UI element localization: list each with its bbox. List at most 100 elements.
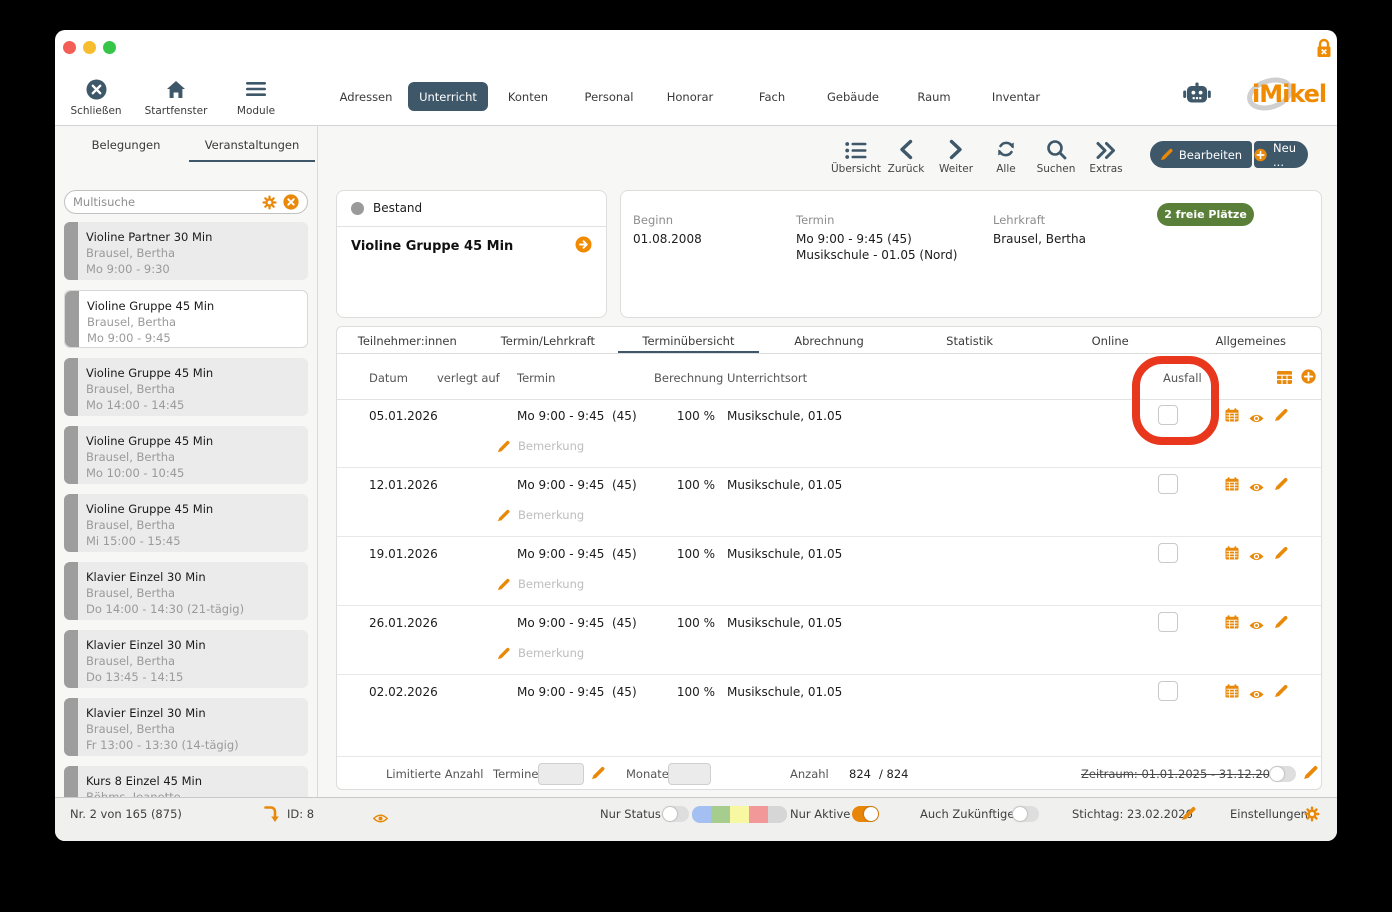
- close-traffic-light[interactable]: [63, 41, 76, 54]
- extras-button[interactable]: Extras: [1078, 136, 1134, 175]
- startfenster-button[interactable]: Startfenster: [136, 76, 216, 117]
- status-color-yellow[interactable]: [730, 806, 749, 823]
- search-settings-gear-icon[interactable]: [262, 194, 277, 210]
- calendar-icon[interactable]: [1225, 614, 1239, 633]
- ausfall-checkbox[interactable]: [1158, 474, 1178, 494]
- tab-terminuebersicht[interactable]: Terminübersicht: [618, 327, 759, 353]
- neu-button[interactable]: Neu ...: [1254, 141, 1308, 169]
- add-termin-plus-icon[interactable]: [1301, 369, 1316, 388]
- free-places-badge: 2 freie Plätze: [1157, 203, 1254, 226]
- eye-icon[interactable]: [1249, 409, 1264, 428]
- tab-veranstaltungen[interactable]: Veranstaltungen: [189, 129, 315, 162]
- minimize-traffic-light[interactable]: [83, 41, 96, 54]
- table-grid-icon[interactable]: [1277, 369, 1292, 388]
- zurueck-button[interactable]: Zurück: [878, 136, 934, 175]
- search-input[interactable]: [73, 195, 262, 209]
- tab-termin-lehrkraft[interactable]: Termin/Lehrkraft: [478, 327, 619, 353]
- list-item[interactable]: Violine Gruppe 45 Min Brausel, Bertha Mo…: [64, 358, 308, 416]
- calendar-icon[interactable]: [1225, 683, 1239, 702]
- status-color-gray[interactable]: [768, 806, 787, 823]
- nav-unterricht[interactable]: Unterricht: [408, 82, 488, 111]
- eye-icon[interactable]: [1249, 547, 1264, 566]
- nur-aktive-toggle[interactable]: [852, 806, 879, 822]
- status-color-strip[interactable]: [692, 806, 787, 823]
- monate-input[interactable]: [668, 763, 711, 785]
- eye-icon[interactable]: [1249, 685, 1264, 704]
- settings-gear-icon[interactable]: [1304, 806, 1320, 826]
- bemerkung-field[interactable]: Bemerkung: [497, 646, 584, 660]
- tab-abrechnung[interactable]: Abrechnung: [759, 327, 900, 353]
- item-teacher: Brausel, Bertha: [86, 246, 176, 260]
- ausfall-checkbox[interactable]: [1158, 405, 1178, 425]
- nav-fach[interactable]: Fach: [759, 90, 785, 104]
- tab-online[interactable]: Online: [1040, 327, 1181, 353]
- list-item[interactable]: Klavier Einzel 30 Min Brausel, Bertha Fr…: [64, 698, 308, 756]
- ausfall-checkbox[interactable]: [1158, 543, 1178, 563]
- nav-gebaeude[interactable]: Gebäude: [827, 90, 879, 104]
- zeitraum-toggle[interactable]: [1269, 766, 1296, 782]
- bemerkung-field[interactable]: Bemerkung: [497, 439, 584, 453]
- nav-inventar[interactable]: Inventar: [992, 90, 1040, 104]
- list-item[interactable]: Violine Gruppe 45 Min Brausel, Bertha Mi…: [64, 494, 308, 552]
- tab-belegungen[interactable]: Belegungen: [63, 129, 189, 162]
- open-record-arrow-icon[interactable]: [575, 236, 592, 257]
- status-color-blue[interactable]: [692, 806, 711, 823]
- suchen-button[interactable]: Suchen: [1028, 136, 1084, 175]
- jump-down-arrow-icon[interactable]: [263, 805, 279, 827]
- eye-icon[interactable]: [1249, 478, 1264, 497]
- nav-honorar[interactable]: Honorar: [667, 90, 714, 104]
- calendar-icon[interactable]: [1225, 407, 1239, 426]
- weiter-button[interactable]: Weiter: [928, 136, 984, 175]
- calendar-icon[interactable]: [1225, 545, 1239, 564]
- list-item[interactable]: Violine Partner 30 Min Brausel, Bertha M…: [64, 222, 308, 280]
- chevron-right-icon: [928, 136, 984, 160]
- bearbeiten-button[interactable]: Bearbeiten: [1150, 141, 1252, 168]
- record-position: Nr. 2 von 165 (875): [70, 807, 182, 821]
- einstellungen-label: Einstellungen: [1230, 807, 1308, 821]
- pencil-icon[interactable]: [591, 765, 605, 784]
- zoom-traffic-light[interactable]: [103, 41, 116, 54]
- calendar-icon[interactable]: [1225, 476, 1239, 495]
- list-item[interactable]: Klavier Einzel 30 Min Brausel, Bertha Do…: [64, 630, 308, 688]
- pencil-icon[interactable]: [1274, 476, 1288, 495]
- nur-aktive-label: Nur Aktive: [790, 807, 851, 821]
- tab-allgemeines[interactable]: Allgemeines: [1180, 327, 1321, 353]
- item-teacher: Brausel, Bertha: [86, 586, 176, 600]
- nav-konten[interactable]: Konten: [508, 90, 548, 104]
- nur-status-toggle[interactable]: [662, 806, 689, 822]
- ausfall-checkbox[interactable]: [1158, 612, 1178, 632]
- tab-teilnehmer[interactable]: Teilnehmer:innen: [337, 327, 478, 353]
- uebersicht-button[interactable]: Übersicht: [828, 136, 884, 175]
- pencil-icon[interactable]: [1274, 545, 1288, 564]
- list-item[interactable]: Klavier Einzel 30 Min Brausel, Bertha Do…: [64, 562, 308, 620]
- termine-input[interactable]: [538, 763, 584, 785]
- pencil-icon[interactable]: [1303, 765, 1318, 784]
- eye-icon[interactable]: [1249, 616, 1264, 635]
- robot-icon[interactable]: [1182, 80, 1212, 111]
- details-panel: Beginn 01.08.2008 Termin Mo 9:00 - 9:45 …: [620, 190, 1322, 318]
- pencil-icon[interactable]: [1274, 614, 1288, 633]
- list-item-selected[interactable]: Violine Gruppe 45 Min Brausel, Bertha Mo…: [64, 290, 308, 348]
- pencil-icon[interactable]: [1274, 683, 1288, 702]
- clear-search-icon[interactable]: [283, 194, 299, 210]
- list-item[interactable]: Violine Gruppe 45 Min Brausel, Bertha Mo…: [64, 426, 308, 484]
- bemerkung-field[interactable]: Bemerkung: [497, 508, 584, 522]
- eye-icon[interactable]: [372, 809, 389, 828]
- tab-statistik[interactable]: Statistik: [899, 327, 1040, 353]
- nav-raum[interactable]: Raum: [917, 90, 950, 104]
- pencil-icon[interactable]: [1274, 407, 1288, 426]
- list-item[interactable]: Kurs 8 Einzel 45 Min Böhms, Jeanette: [64, 766, 308, 797]
- nav-personal[interactable]: Personal: [585, 90, 634, 104]
- pencil-icon[interactable]: [1181, 806, 1196, 825]
- status-color-red[interactable]: [749, 806, 768, 823]
- item-title: Violine Gruppe 45 Min: [86, 366, 214, 380]
- auch-zukuenftige-toggle[interactable]: [1012, 806, 1039, 822]
- status-color-green[interactable]: [711, 806, 730, 823]
- close-module-button[interactable]: Schließen: [56, 76, 136, 117]
- nav-adressen[interactable]: Adressen: [340, 90, 393, 104]
- alle-button[interactable]: Alle: [978, 136, 1034, 175]
- close-label: Schließen: [70, 105, 122, 117]
- module-button[interactable]: Module: [216, 76, 296, 117]
- ausfall-checkbox[interactable]: [1158, 681, 1178, 701]
- bemerkung-field[interactable]: Bemerkung: [497, 577, 584, 591]
